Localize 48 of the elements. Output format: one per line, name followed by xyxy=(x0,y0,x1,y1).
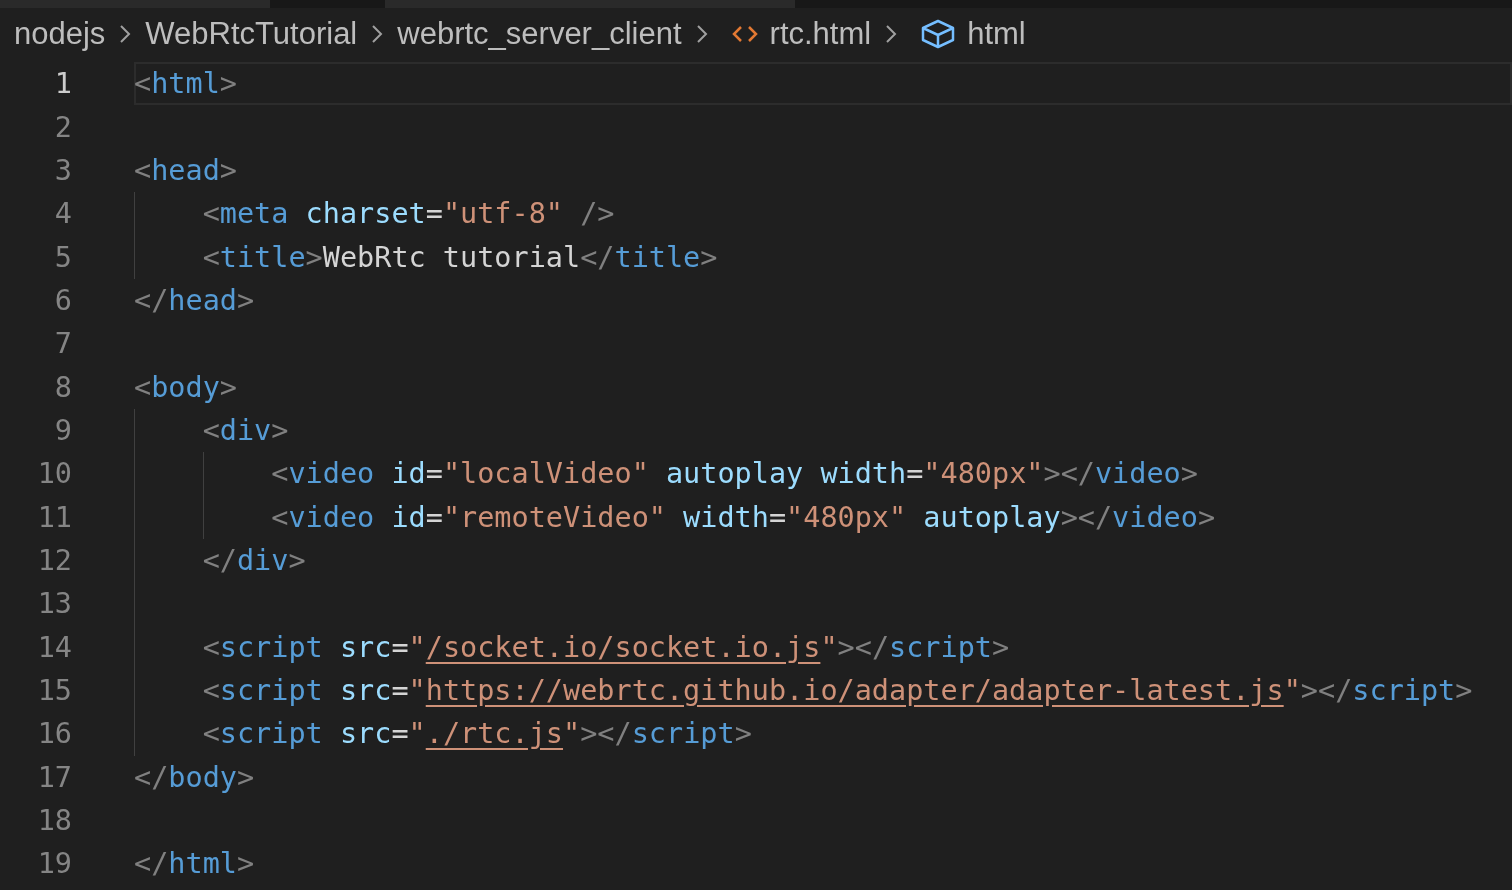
link[interactable]: https://webrtc.github.io/adapter/adapter-latest.js xyxy=(425,674,1284,707)
breadcrumb-item[interactable]: webrtc_server_client xyxy=(397,16,682,52)
code-line: </body> xyxy=(134,760,255,794)
code-line: <html> xyxy=(134,67,237,101)
code-brackets-icon xyxy=(731,24,758,44)
code-line: <script src="/socket.io/socket.io.js"></script> xyxy=(201,630,1010,664)
line-number: 9 xyxy=(53,413,72,447)
code-line: <head> xyxy=(134,153,237,187)
line-number: 10 xyxy=(36,457,72,491)
link[interactable]: ./rtc.js xyxy=(425,717,563,751)
code-line: <body> xyxy=(134,370,237,404)
breadcrumb-item[interactable]: rtc.html xyxy=(769,16,872,52)
code-line: <script src="https://webrtc.github.io/adapter/adapter-latest.js"></script> xyxy=(201,674,1473,707)
line-number: 8 xyxy=(53,370,72,404)
chevron-right-icon xyxy=(371,24,384,44)
cube-icon xyxy=(921,19,956,49)
line-number: 16 xyxy=(36,717,72,751)
code-line: <video id="remoteVideo" width="480px" autoplay></video> xyxy=(270,500,1216,534)
line-number: 19 xyxy=(36,847,72,881)
line-number: 13 xyxy=(36,587,72,621)
chevron-right-icon xyxy=(695,24,708,44)
line-number: 17 xyxy=(36,760,72,794)
line-number: 5 xyxy=(53,240,72,274)
line-number: 18 xyxy=(36,804,72,837)
chevron-right-icon xyxy=(885,24,898,44)
breadcrumb-item[interactable]: WebRtcTutorial xyxy=(145,16,358,52)
line-number: 11 xyxy=(36,500,72,534)
line-number: 3 xyxy=(53,153,72,187)
line-number: 12 xyxy=(36,543,72,577)
code-line: </div> xyxy=(201,543,306,577)
chevron-right-icon xyxy=(119,24,132,44)
line-number: 6 xyxy=(53,283,72,317)
code-line: <div> xyxy=(201,413,289,447)
line-number: 2 xyxy=(53,110,72,144)
line-number: 1 xyxy=(53,67,72,101)
code-line: <video id="localVideo" autoplay width="480px"></video> xyxy=(270,457,1198,491)
link[interactable]: /socket.io/socket.io.js xyxy=(425,630,821,664)
code-line: </head> xyxy=(134,283,255,317)
line-number: 15 xyxy=(36,674,72,707)
breadcrumb-item[interactable]: nodejs xyxy=(14,16,106,52)
code-line: <title>WebRtc tutorial</title> xyxy=(201,240,718,274)
line-number: 7 xyxy=(53,327,72,361)
code-line: <script src="./rtc.js"></script> xyxy=(201,717,752,751)
code-line: <meta charset="utf-8" /> xyxy=(201,197,615,231)
line-number: 4 xyxy=(53,197,72,231)
breadcrumb-item[interactable]: html xyxy=(967,16,1026,52)
line-number: 14 xyxy=(36,630,72,664)
code-line: </html> xyxy=(134,847,255,881)
